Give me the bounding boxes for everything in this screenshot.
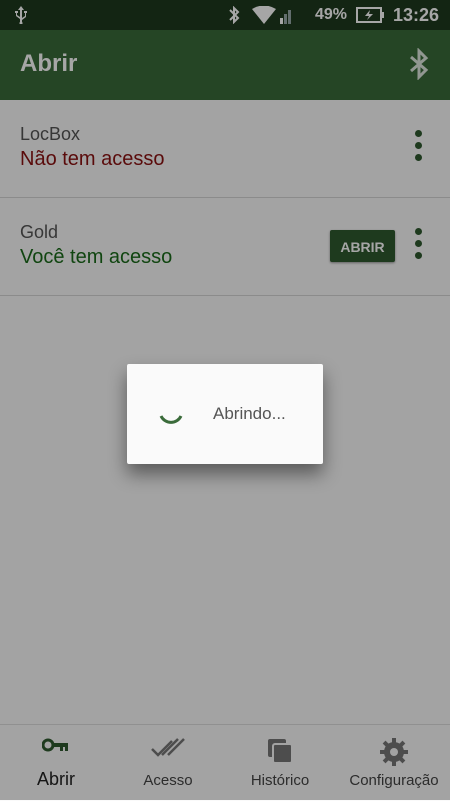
dialog-message: Abrindo... (213, 404, 286, 423)
loading-spinner-icon (157, 400, 185, 433)
progress-dialog: Abrindo... (127, 364, 323, 464)
